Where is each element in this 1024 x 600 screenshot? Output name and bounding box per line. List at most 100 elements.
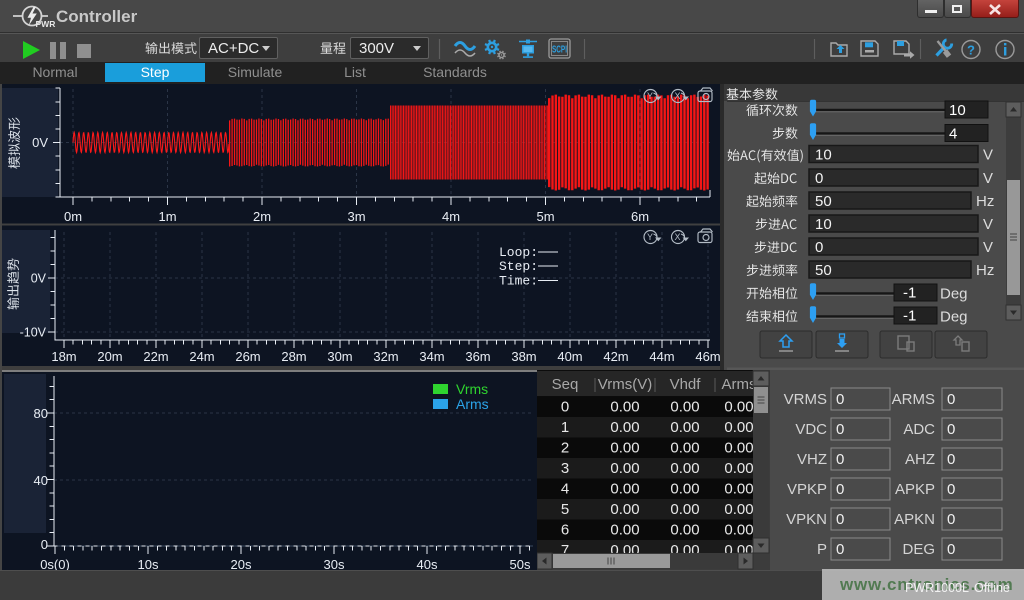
svg-text:Seq: Seq <box>552 376 579 393</box>
svg-text:0: 0 <box>947 421 955 438</box>
svg-text:0.00: 0.00 <box>610 460 639 477</box>
svg-text:Y: Y <box>647 232 653 242</box>
svg-text:V: V <box>983 147 993 164</box>
svg-text:AHZ: AHZ <box>905 451 935 468</box>
svg-text:0.00: 0.00 <box>670 501 699 518</box>
svg-text:0.00: 0.00 <box>724 440 753 457</box>
svg-text:SCPI: SCPI <box>552 45 567 56</box>
svg-text:0: 0 <box>947 391 955 408</box>
svg-text:0: 0 <box>41 537 48 552</box>
svg-text:ARMS: ARMS <box>892 391 935 408</box>
svg-text:APKP: APKP <box>895 481 935 498</box>
svg-text:2m: 2m <box>253 209 271 224</box>
svg-text:50: 50 <box>815 262 832 279</box>
svg-text:0: 0 <box>836 481 844 498</box>
svg-text:VHZ: VHZ <box>797 451 827 468</box>
svg-text:10: 10 <box>949 102 966 119</box>
svg-text:38m: 38m <box>511 349 536 364</box>
svg-text:0.00: 0.00 <box>670 440 699 457</box>
svg-text:0: 0 <box>836 541 844 558</box>
svg-text:P: P <box>817 541 827 558</box>
svg-text:Y: Y <box>647 91 653 101</box>
svg-text:Deg: Deg <box>940 286 968 303</box>
svg-text:0.00: 0.00 <box>724 419 753 436</box>
svg-text:V: V <box>983 170 993 187</box>
svg-text:0.00: 0.00 <box>610 481 639 498</box>
svg-text:4: 4 <box>949 126 957 143</box>
svg-text:0: 0 <box>947 541 955 558</box>
svg-text:0V: 0V <box>32 135 48 150</box>
svg-text:1: 1 <box>561 419 569 436</box>
svg-text:80: 80 <box>34 406 48 421</box>
svg-text:0: 0 <box>836 391 844 408</box>
svg-text:0: 0 <box>815 239 823 256</box>
svg-text:4: 4 <box>561 481 569 498</box>
svg-text:10: 10 <box>815 147 832 164</box>
svg-text:DEG: DEG <box>902 541 935 558</box>
svg-text:10: 10 <box>815 216 832 233</box>
svg-text:0: 0 <box>836 421 844 438</box>
svg-text:5m: 5m <box>536 209 554 224</box>
svg-text:VRMS: VRMS <box>784 391 827 408</box>
svg-text:24m: 24m <box>189 349 214 364</box>
svg-text:0.00: 0.00 <box>670 481 699 498</box>
svg-text:30m: 30m <box>327 349 352 364</box>
svg-text:20m: 20m <box>97 349 122 364</box>
svg-text:0.00: 0.00 <box>670 460 699 477</box>
svg-text:V: V <box>983 239 993 256</box>
svg-text:22m: 22m <box>143 349 168 364</box>
svg-text:VDC: VDC <box>795 421 827 438</box>
svg-text:0m: 0m <box>64 209 82 224</box>
svg-text:18m: 18m <box>51 349 76 364</box>
svg-text:0: 0 <box>561 399 569 416</box>
svg-text:0.00: 0.00 <box>724 501 753 518</box>
svg-text:Controller: Controller <box>56 7 138 26</box>
svg-text:36m: 36m <box>465 349 490 364</box>
svg-text:40: 40 <box>34 473 48 488</box>
svg-text:3m: 3m <box>347 209 365 224</box>
svg-text:VPKN: VPKN <box>786 511 827 528</box>
svg-text:0.00: 0.00 <box>724 522 753 539</box>
svg-text:0: 0 <box>815 170 823 187</box>
svg-text:34m: 34m <box>419 349 444 364</box>
svg-text:Step:: Step: <box>499 259 538 274</box>
svg-text:26m: 26m <box>235 349 260 364</box>
svg-text:0.00: 0.00 <box>670 522 699 539</box>
svg-text:-1: -1 <box>903 308 916 325</box>
svg-text:PWR: PWR <box>36 19 56 29</box>
svg-text:0: 0 <box>947 481 955 498</box>
svg-text:V: V <box>983 216 993 233</box>
svg-text:X: X <box>674 232 680 242</box>
svg-text:Vhdf: Vhdf <box>670 376 702 393</box>
svg-text:50: 50 <box>815 193 832 210</box>
svg-text:0.00: 0.00 <box>724 460 753 477</box>
svg-text:0: 0 <box>947 511 955 528</box>
svg-text:APKN: APKN <box>894 511 935 528</box>
svg-text:2: 2 <box>561 440 569 457</box>
svg-text:0.00: 0.00 <box>670 419 699 436</box>
svg-text:6m: 6m <box>631 209 649 224</box>
svg-text:Hz: Hz <box>976 193 994 210</box>
svg-text:X: X <box>674 91 680 101</box>
svg-text:Arms: Arms <box>722 376 757 393</box>
svg-text:Time:: Time: <box>499 273 538 288</box>
svg-text:-10V: -10V <box>20 326 47 340</box>
svg-text:40m: 40m <box>557 349 582 364</box>
svg-text:44m: 44m <box>649 349 674 364</box>
svg-text:0: 0 <box>947 451 955 468</box>
svg-text:0.00: 0.00 <box>610 522 639 539</box>
svg-text:Arms: Arms <box>456 396 489 412</box>
svg-text:ADC: ADC <box>903 421 935 438</box>
svg-text:1m: 1m <box>158 209 176 224</box>
svg-text:0.00: 0.00 <box>610 501 639 518</box>
svg-text:Deg: Deg <box>940 309 968 326</box>
svg-text:0.00: 0.00 <box>610 440 639 457</box>
svg-text:?: ? <box>967 43 975 58</box>
svg-text:0.00: 0.00 <box>670 399 699 416</box>
svg-text:VPKP: VPKP <box>787 481 827 498</box>
svg-text:-1: -1 <box>903 285 916 302</box>
svg-text:42m: 42m <box>603 349 628 364</box>
svg-text:Vrms: Vrms <box>456 381 488 397</box>
svg-text:32m: 32m <box>373 349 398 364</box>
svg-text:0: 0 <box>836 511 844 528</box>
